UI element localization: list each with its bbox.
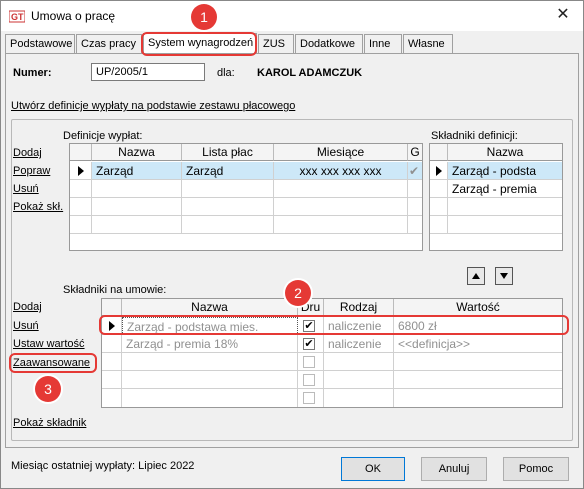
cell-nazwa[interactable]: Zarząd — [92, 162, 182, 180]
cancel-button[interactable]: Anuluj — [421, 457, 487, 481]
cell-lista-plac[interactable]: Zarząd — [182, 162, 274, 180]
components-grid[interactable]: Nazwa Zarząd - podsta Zarząd - premia — [429, 143, 563, 251]
tab-wlasne[interactable]: Własne — [403, 34, 453, 53]
show-component-link[interactable]: Pokaż składnik — [13, 417, 86, 429]
component-add-link[interactable]: Dodaj — [13, 301, 42, 313]
move-down-icon — [500, 273, 508, 279]
callout-ring-row — [99, 315, 569, 335]
definition-add-link[interactable]: Dodaj — [13, 147, 42, 159]
row-indicator-icon — [436, 166, 442, 176]
number-label: Numer: — [13, 67, 52, 79]
grid-corner-header — [430, 144, 448, 161]
close-icon[interactable]: ✕ — [553, 5, 573, 25]
column-header-nazwa[interactable]: Nazwa — [122, 299, 298, 316]
window-title: Umowa o pracę — [31, 9, 116, 23]
for-label: dla: — [217, 67, 235, 79]
title-bar: GT Umowa o pracę ✕ — [1, 1, 583, 31]
row-indicator-icon — [78, 166, 84, 176]
components-title: Składniki definicji: — [431, 130, 518, 142]
tab-podstawowe[interactable]: Podstawowe — [5, 34, 75, 53]
callout-badge-3: 3 — [35, 376, 61, 402]
create-definitions-link[interactable]: Utwórz definicje wypłaty na podstawie ze… — [11, 100, 295, 112]
callout-ring-tab — [141, 32, 257, 56]
help-button[interactable]: Pomoc — [503, 457, 569, 481]
svg-text:GT: GT — [11, 12, 24, 22]
cell-wartosc[interactable]: <<definicja>> — [394, 335, 562, 353]
column-header-nazwa[interactable]: Nazwa — [92, 144, 182, 161]
last-payout-status: Miesiąc ostatniej wypłaty: Lipiec 2022 — [11, 460, 195, 472]
definitions-title: Definicje wypłat: — [63, 130, 143, 142]
grid-corner-header — [102, 299, 122, 316]
definition-show-components-link[interactable]: Pokaż skł. — [13, 201, 63, 213]
tab-czas-pracy[interactable]: Czas pracy — [76, 34, 142, 53]
checkbox-icon[interactable] — [303, 356, 315, 368]
number-field[interactable]: UP/2005/1 — [91, 63, 205, 81]
checkbox-icon[interactable] — [303, 374, 315, 386]
tab-zus[interactable]: ZUS — [258, 34, 294, 53]
dialog-window: GT Umowa o pracę ✕ Podstawowe Czas pracy… — [0, 0, 584, 489]
cell-rodzaj[interactable]: naliczenie — [324, 335, 394, 353]
column-header-g[interactable]: G — [408, 144, 422, 161]
cell-nazwa[interactable]: Zarząd - podsta — [448, 162, 562, 180]
app-logo-icon: GT — [9, 10, 25, 23]
column-header-miesiace[interactable]: Miesiące — [274, 144, 408, 161]
callout-badge-2: 2 — [285, 280, 311, 306]
column-header-nazwa[interactable]: Nazwa — [448, 144, 562, 161]
move-down-button[interactable] — [495, 267, 513, 285]
column-header-wartosc[interactable]: Wartość — [394, 299, 562, 316]
checkbox-icon[interactable] — [303, 392, 315, 404]
cell-nazwa[interactable]: Zarząd - premia 18% — [122, 335, 298, 353]
contract-components-title: Składniki na umowie: — [63, 284, 167, 296]
definition-edit-link[interactable]: Popraw — [13, 165, 50, 177]
tab-inne[interactable]: Inne — [364, 34, 402, 53]
cell-miesiace[interactable]: xxx xxx xxx xxx — [274, 162, 408, 180]
callout-ring-advanced — [9, 353, 97, 373]
cell-nazwa[interactable]: Zarząd - premia — [448, 180, 562, 198]
callout-badge-1: 1 — [191, 4, 217, 30]
grid-corner-header — [70, 144, 92, 161]
employee-name: KAROL ADAMCZUK — [257, 67, 363, 79]
component-delete-link[interactable]: Usuń — [13, 320, 39, 332]
move-up-button[interactable] — [467, 267, 485, 285]
move-up-icon — [472, 273, 480, 279]
component-set-value-link[interactable]: Ustaw wartość — [13, 338, 85, 350]
tab-dodatkowe[interactable]: Dodatkowe — [295, 34, 363, 53]
definitions-grid[interactable]: Nazwa Lista płac Miesiące G Zarząd Zarzą… — [69, 143, 423, 251]
definition-delete-link[interactable]: Usuń — [13, 183, 39, 195]
ok-button[interactable]: OK — [341, 457, 405, 481]
checkbox-icon[interactable]: ✔ — [303, 338, 315, 350]
column-header-rodzaj[interactable]: Rodzaj — [324, 299, 394, 316]
column-header-lista-plac[interactable]: Lista płac — [182, 144, 274, 161]
cell-g[interactable]: ✔ — [408, 162, 422, 180]
